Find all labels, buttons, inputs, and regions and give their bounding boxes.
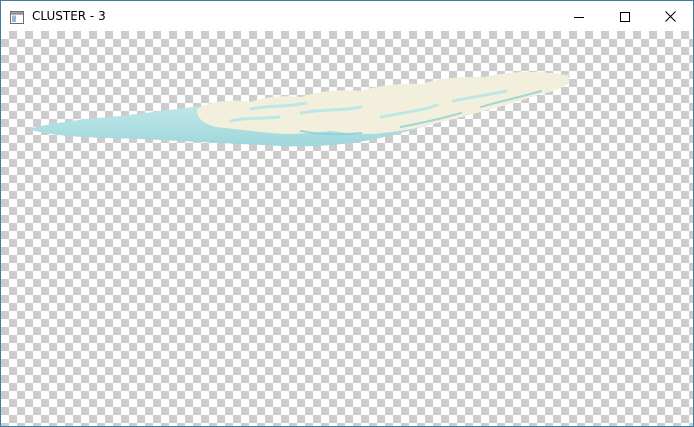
terrain-land-region	[196, 72, 570, 134]
app-window: CLUSTER - 3	[0, 0, 694, 427]
window-title: CLUSTER - 3	[32, 9, 106, 23]
terrain-cluster-render	[29, 72, 571, 147]
minimize-button[interactable]	[556, 1, 602, 31]
render-viewport[interactable]	[1, 31, 693, 426]
close-button[interactable]	[647, 1, 693, 31]
close-icon	[664, 7, 676, 26]
window-app-icon	[10, 9, 24, 24]
maximize-button[interactable]	[602, 1, 648, 31]
title-bar[interactable]: CLUSTER - 3	[1, 1, 693, 31]
maximize-icon	[620, 7, 630, 26]
minimize-icon	[574, 7, 584, 26]
